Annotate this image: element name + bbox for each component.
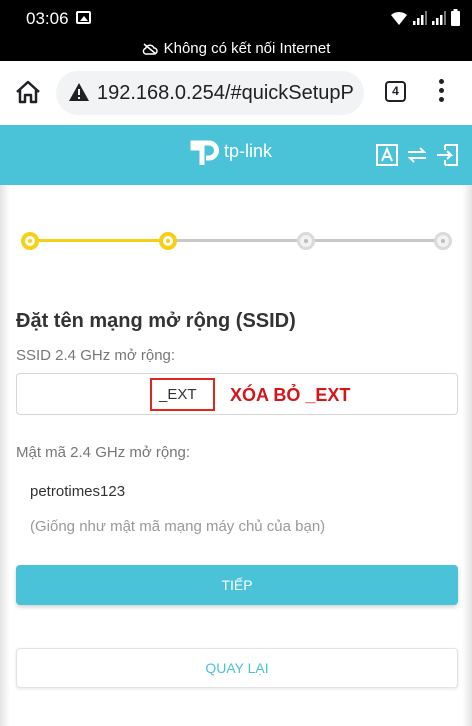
- password-label: Mật mã 2.4 GHz mở rộng:: [16, 444, 191, 461]
- progress-line-done: [30, 239, 170, 242]
- progress-step-4: [434, 232, 452, 250]
- connection-status-text: Không có kết nối Internet: [163, 40, 331, 57]
- more-options-icon[interactable]: [434, 79, 448, 105]
- wifi-icon: [391, 11, 407, 25]
- no-connection-banner: Không có kết nối Internet: [0, 37, 472, 61]
- tp-link-logo-mark: [190, 140, 219, 165]
- cloud-off-icon: [142, 43, 158, 55]
- browser-toolbar: 192.168.0.254/#quickSetupP 4: [0, 61, 472, 125]
- image-notification-icon: [76, 11, 91, 24]
- switch-mode-icon[interactable]: [406, 144, 428, 166]
- not-secure-warning-icon[interactable]: [68, 82, 90, 102]
- tp-link-logo: tp-link: [189, 135, 272, 167]
- section-title: Đặt tên mạng mở rộng (SSID): [16, 310, 296, 332]
- back-button[interactable]: QUAY LẠI: [16, 648, 458, 688]
- status-time: 03:06: [26, 9, 69, 28]
- status-bar: 03:06: [0, 0, 472, 37]
- password-field[interactable]: petrotimes123: [30, 483, 125, 500]
- progress-step-1: [21, 232, 39, 250]
- quick-setup-panel: Đặt tên mạng mở rộng (SSID) SSID 2.4 GHz…: [0, 185, 472, 726]
- ssid-suffix-highlight: [150, 378, 215, 411]
- tab-switcher-button[interactable]: 4: [385, 81, 406, 102]
- status-indicators: [390, 9, 460, 26]
- signal-1-icon: [413, 11, 427, 25]
- battery-icon: [451, 9, 460, 26]
- next-button[interactable]: TIẾP: [16, 565, 458, 605]
- logo-text: tp-link: [224, 140, 273, 161]
- logout-icon[interactable]: [436, 144, 458, 166]
- ssid-label: SSID 2.4 GHz mở rộng:: [16, 347, 176, 364]
- address-bar[interactable]: 192.168.0.254/#quickSetupP: [56, 71, 364, 115]
- home-icon[interactable]: [14, 79, 42, 105]
- remove-ext-annotation: XÓA BỎ _EXT: [230, 385, 351, 405]
- router-header: tp-link: [0, 125, 472, 185]
- setup-progress: [20, 229, 452, 253]
- progress-step-3: [297, 232, 315, 250]
- progress-step-2: [159, 232, 177, 250]
- language-icon[interactable]: [376, 144, 398, 166]
- password-hint: (Giống như mật mã mạng máy chủ của bạn): [30, 518, 326, 535]
- url-text[interactable]: 192.168.0.254/#quickSetupP: [97, 82, 354, 105]
- signal-2-icon: [432, 11, 446, 25]
